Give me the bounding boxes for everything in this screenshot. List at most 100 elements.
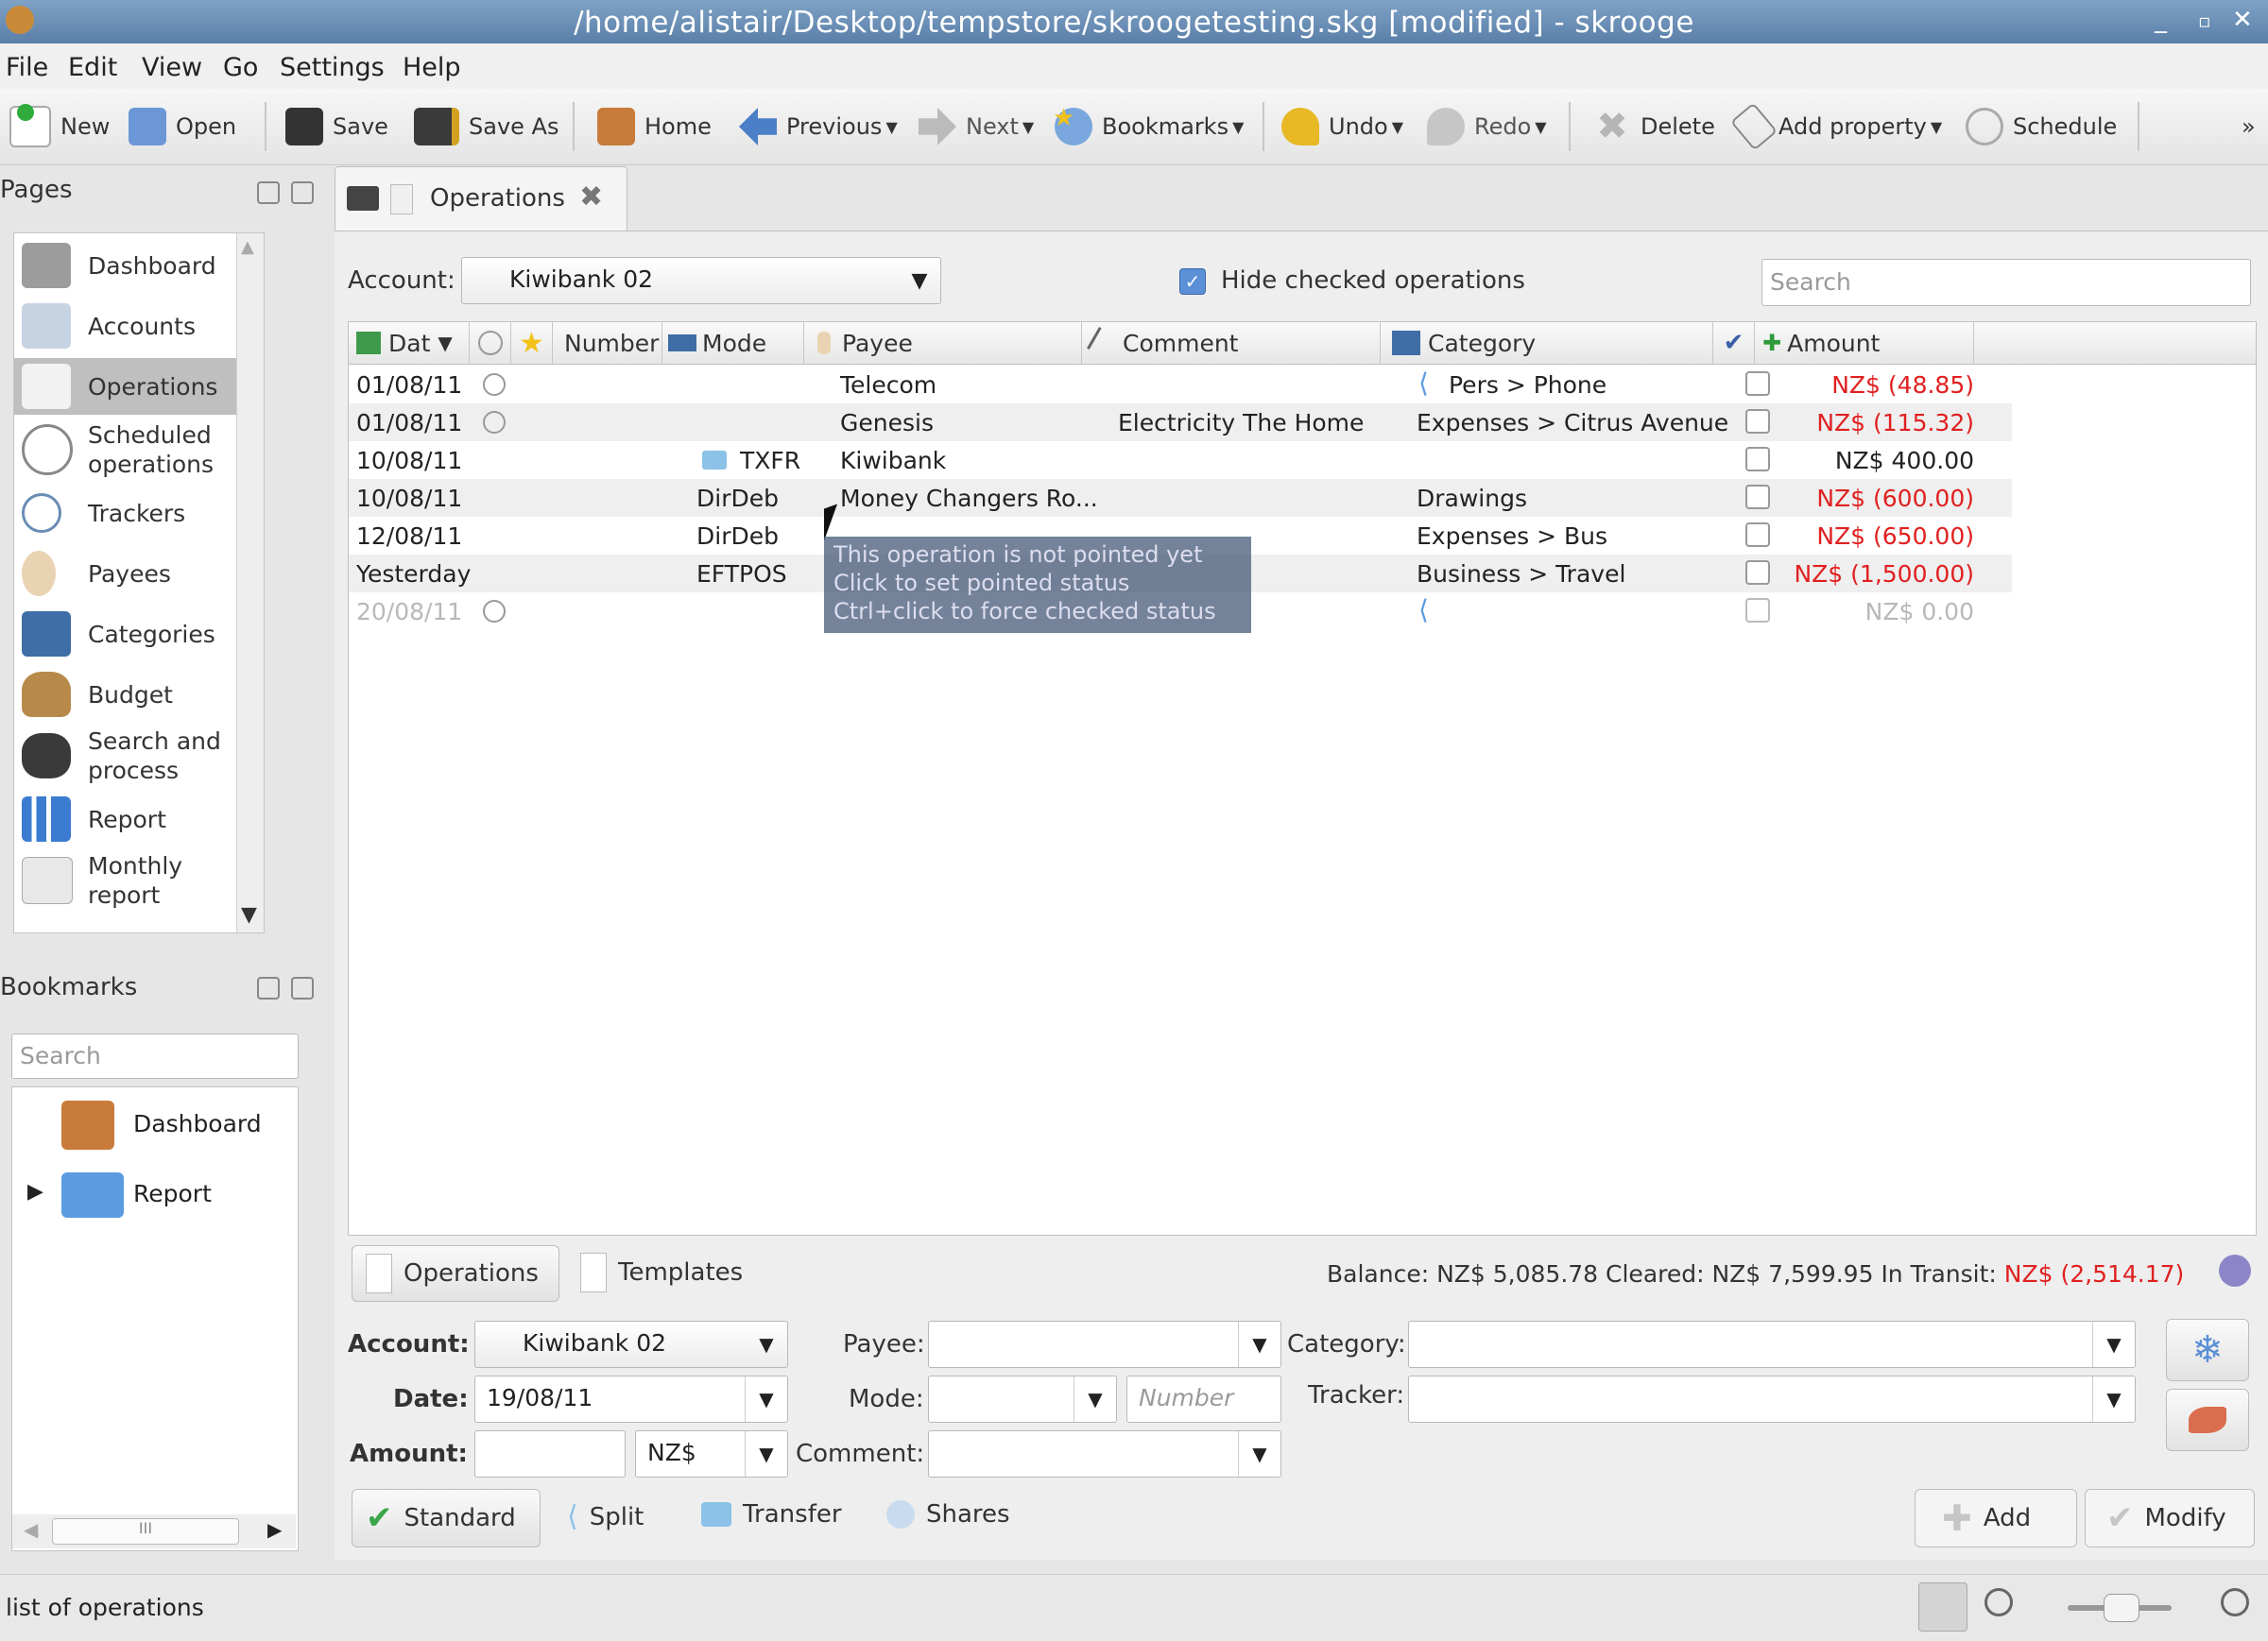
menu-go[interactable]: Go: [223, 53, 258, 82]
operations-search-input[interactable]: Search: [1761, 259, 2251, 306]
page-item-monthly-report[interactable]: Monthly report: [14, 849, 264, 912]
redo-button[interactable]: Redo ▼: [1427, 89, 1547, 164]
page-item-report[interactable]: Report: [14, 791, 264, 847]
column-amount[interactable]: ✚ Amount: [1755, 322, 1974, 364]
standard-operation-button[interactable]: ✔ Standard: [352, 1489, 541, 1547]
dropdown-arrow-icon[interactable]: ▼: [1022, 118, 1034, 136]
zoom-in-icon[interactable]: [2221, 1588, 2249, 1616]
clear-editor-button[interactable]: [2166, 1389, 2249, 1451]
editor-account-combo[interactable]: Kiwibank 02 ▼: [474, 1321, 788, 1368]
bottom-tab-operations[interactable]: Operations: [352, 1245, 559, 1302]
bottom-tab-templates[interactable]: Templates: [580, 1253, 743, 1292]
pages-scrollbar[interactable]: ▲ ▼: [236, 233, 264, 932]
maximize-icon[interactable]: ▫: [2198, 9, 2211, 32]
scroll-down-icon[interactable]: ▼: [241, 903, 257, 927]
column-comment[interactable]: Comment: [1082, 322, 1381, 364]
add-operation-button[interactable]: ✚ Add: [1915, 1489, 2077, 1547]
editor-date-field[interactable]: 19/08/11 ▼: [474, 1376, 788, 1423]
zoom-fit-icon[interactable]: [1918, 1582, 1967, 1632]
float-panel-icon[interactable]: [257, 977, 280, 1000]
page-item-search-and-process[interactable]: Search and process: [14, 725, 264, 787]
dropdown-arrow-icon[interactable]: ▼: [1535, 118, 1546, 136]
bookmarks-hscrollbar[interactable]: ◀ III ▶: [12, 1514, 296, 1548]
shares-operation-button[interactable]: Shares: [886, 1500, 1010, 1529]
menu-settings[interactable]: Settings: [280, 53, 385, 82]
add-property-button[interactable]: Add property ▼: [1729, 89, 1942, 164]
editor-amount-input[interactable]: [474, 1430, 626, 1478]
zoom-slider-handle[interactable]: [2104, 1594, 2139, 1622]
page-item-operations[interactable]: Operations: [14, 358, 264, 415]
home-button[interactable]: Home: [597, 89, 712, 164]
toolbar-overflow-button[interactable]: »: [2242, 89, 2256, 164]
column-status[interactable]: ✔: [1713, 322, 1755, 364]
status-checkbox[interactable]: [1745, 560, 1770, 585]
transfer-operation-button[interactable]: Transfer: [701, 1500, 842, 1529]
column-scheduled[interactable]: [470, 322, 511, 364]
save-icon[interactable]: [347, 186, 379, 211]
table-row[interactable]: 10/08/11 DirDeb Money Changers Ro... Dra…: [349, 479, 2012, 517]
scroll-left-icon[interactable]: ◀: [24, 1518, 38, 1541]
modify-operation-button[interactable]: ✔ Modify: [2085, 1489, 2255, 1547]
editor-mode-combo[interactable]: ▼: [928, 1376, 1117, 1423]
dropdown-arrow-icon[interactable]: ▼: [1392, 118, 1403, 136]
split-operation-button[interactable]: ⟨ Split: [567, 1500, 644, 1533]
split-view-button[interactable]: ❄: [2166, 1319, 2249, 1381]
open-button[interactable]: Open: [129, 89, 236, 164]
page-item-trackers[interactable]: Trackers: [14, 485, 264, 541]
bookmarks-search-input[interactable]: Search: [11, 1034, 299, 1079]
new-button[interactable]: New: [9, 89, 110, 164]
previous-button[interactable]: Previous ▼: [739, 89, 898, 164]
float-panel-icon[interactable]: [257, 181, 280, 204]
menu-view[interactable]: View: [142, 53, 202, 82]
page-item-budget[interactable]: Budget: [14, 666, 264, 723]
bookmark-item-dashboard[interactable]: Dashboard: [12, 1097, 298, 1154]
menu-help[interactable]: Help: [403, 53, 461, 82]
close-tab-icon[interactable]: ✖: [579, 180, 603, 214]
column-category[interactable]: Category: [1381, 322, 1713, 364]
table-row[interactable]: 01/08/11 Telecom ⟨ Pers > Phone NZ$ (48.…: [349, 366, 2012, 403]
column-mode[interactable]: Mode: [662, 322, 804, 364]
scroll-thumb[interactable]: III: [52, 1518, 239, 1545]
editor-category-combo[interactable]: ▼: [1408, 1321, 2136, 1368]
minimize-icon[interactable]: _: [2155, 6, 2167, 34]
dropdown-arrow-icon[interactable]: ▼: [1931, 118, 1942, 136]
next-button[interactable]: Next ▼: [919, 89, 1034, 164]
dropdown-arrow-icon[interactable]: ▼: [1232, 118, 1244, 136]
status-checkbox[interactable]: [1745, 371, 1770, 396]
column-payee[interactable]: Payee: [804, 322, 1082, 364]
account-filter-combo[interactable]: Kiwibank 02 ▼: [461, 257, 941, 304]
delete-button[interactable]: ✖ Delete: [1593, 89, 1715, 164]
table-row[interactable]: 01/08/11 Genesis Electricity The Home Ex…: [349, 403, 2012, 441]
editor-tracker-combo[interactable]: ▼: [1408, 1376, 2136, 1423]
bookmarks-button[interactable]: ★ Bookmarks ▼: [1053, 89, 1244, 164]
save-as-button[interactable]: Save As: [414, 89, 558, 164]
page-item-categories[interactable]: Categories: [14, 606, 264, 662]
editor-comment-combo[interactable]: ▼: [928, 1430, 1281, 1478]
status-checkbox[interactable]: [1745, 598, 1770, 623]
bookmark-item-report[interactable]: ▶ Report: [12, 1167, 298, 1223]
status-checkbox[interactable]: [1745, 522, 1770, 547]
schedule-button[interactable]: Schedule: [1966, 89, 2117, 164]
page-item-dashboard[interactable]: Dashboard: [14, 237, 264, 294]
save-button[interactable]: Save: [285, 89, 388, 164]
status-checkbox[interactable]: [1745, 409, 1770, 434]
menu-file[interactable]: File: [6, 53, 48, 82]
currency-icon[interactable]: [2219, 1255, 2251, 1287]
scroll-right-icon[interactable]: ▶: [267, 1518, 282, 1541]
tab-operations[interactable]: Operations ✖: [335, 166, 627, 231]
close-icon[interactable]: ✕: [2232, 6, 2253, 34]
table-row[interactable]: 10/08/11 TXFR Kiwibank NZ$ 400.00: [349, 441, 2012, 479]
close-panel-icon[interactable]: [291, 181, 314, 204]
menu-edit[interactable]: Edit: [68, 53, 117, 82]
editor-number-input[interactable]: Number: [1126, 1376, 1281, 1423]
page-item-payees[interactable]: Payees: [14, 545, 264, 602]
column-number[interactable]: Number: [553, 322, 662, 364]
status-checkbox[interactable]: [1745, 447, 1770, 471]
page-item-accounts[interactable]: Accounts: [14, 298, 264, 354]
undo-button[interactable]: Undo ▼: [1281, 89, 1403, 164]
dropdown-arrow-icon[interactable]: ▼: [885, 118, 897, 136]
column-bookmarked[interactable]: ★: [511, 322, 553, 364]
page-item-scheduled-operations[interactable]: Scheduled operations: [14, 419, 264, 481]
close-panel-icon[interactable]: [291, 977, 314, 1000]
column-date[interactable]: Dat ▼: [349, 322, 470, 364]
